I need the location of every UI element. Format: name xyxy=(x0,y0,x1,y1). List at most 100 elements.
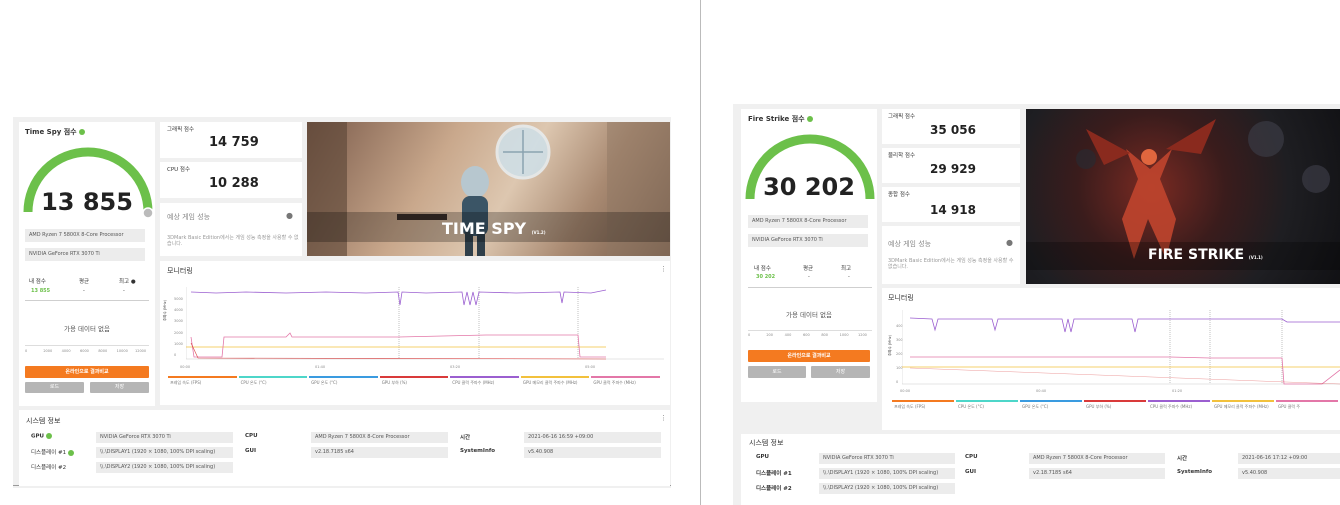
legend-label[interactable]: GPU 클럭 주파수 (MHz) xyxy=(593,380,635,386)
no-data-text: 가용 데이터 없음 xyxy=(64,325,110,333)
x-axis-tick: 03:20 xyxy=(450,365,461,369)
load-button[interactable]: 로드 xyxy=(748,366,806,378)
systeminfo-value: v5.40.908 xyxy=(1238,468,1340,479)
score-value: 13 855 xyxy=(41,188,133,216)
legend-label[interactable]: CPU 온도 (°C) xyxy=(241,380,267,386)
monitoring-title: 모니터링 xyxy=(888,294,914,302)
display2-value: \\.\DISPLAY2 (1920 × 1080, 100% DPI scal… xyxy=(96,462,233,473)
histogram-tick: 8000 xyxy=(98,349,108,353)
legend-label[interactable]: 프레임 속도 (FPS) xyxy=(170,380,201,386)
legend-label[interactable]: GPU 온도 (°C) xyxy=(311,380,337,386)
display1-value: \\.\DISPLAY1 (1920 × 1080, 100% DPI scal… xyxy=(96,447,233,458)
display1-label-text: 디스플레이 #1 xyxy=(31,450,67,456)
cpu-value: AMD Ryzen 7 5800X 8-Core Processor xyxy=(1029,453,1165,464)
check-icon xyxy=(79,129,86,135)
processor-field: AMD Ryzen 7 5800X 8-Core Processor xyxy=(748,215,868,228)
score-card: Time Spy 점수 13 855 AMD Ryzen 7 5800X 8-C… xyxy=(19,122,155,406)
monitoring-card: 모니터링 주파수 (MHz) 400 300 200 100 0 00:00 00:40 0… xyxy=(882,288,1340,430)
histogram-tick: 400 xyxy=(784,333,792,337)
x-axis-tick: 05:00 xyxy=(585,365,596,369)
best-label: 최고 ● xyxy=(119,277,136,285)
legend-label[interactable]: CPU 클럭 주파수 (MHz) xyxy=(1150,404,1192,410)
hero-title: FIRE STRIKE (V1.1) xyxy=(1148,247,1263,263)
histogram-tick: 2000 xyxy=(43,349,53,353)
legend-label[interactable]: GPU 부하 (%) xyxy=(382,380,407,386)
gui-label: GUI xyxy=(965,469,977,475)
time-value: 2021-06-16 16:59 +09:00 xyxy=(524,432,661,443)
hero-version: (V1.1) xyxy=(1248,255,1263,260)
no-data-text: 가용 데이터 없음 xyxy=(786,311,832,319)
combined-score-label: 종합 점수 xyxy=(888,192,910,198)
x-axis-tick: 00:00 xyxy=(900,389,911,393)
legend-label[interactable]: GPU 메모리 클럭 주파수 (MHz) xyxy=(523,380,578,386)
est-description: 3DMark Basic Edition에서는 게임 성능 측정을 사용할 수 … xyxy=(167,235,299,247)
save-button[interactable]: 저장 xyxy=(90,382,149,393)
legend-label[interactable]: GPU 온도 (°C) xyxy=(1022,404,1048,410)
hero-title-text: FIRE STRIKE xyxy=(1148,247,1245,263)
legend-swatch xyxy=(1020,400,1082,402)
compare-online-button[interactable]: 온라인으로 결과비교 xyxy=(25,366,149,378)
cpu-label: CPU xyxy=(245,433,258,439)
more-options-icon[interactable]: ⋮ xyxy=(660,414,667,422)
systeminfo-label: SystemInfo xyxy=(1177,469,1213,475)
load-button[interactable]: 로드 xyxy=(25,382,84,393)
gpu-label: GPU xyxy=(31,433,52,440)
score-title-text: Fire Strike 점수 xyxy=(748,115,805,123)
gui-label: GUI xyxy=(245,448,257,454)
histogram-tick: 600 xyxy=(803,333,810,337)
gpu-value: NVIDIA GeForce RTX 3070 Ti xyxy=(96,432,233,443)
legend-label[interactable]: GPU 클럭 주 xyxy=(1278,404,1300,410)
system-info-title: 시스템 정보 xyxy=(26,417,61,425)
legend-label[interactable]: 프레임 속도 (FPS) xyxy=(894,404,925,410)
my-score-label: 내 점수 xyxy=(754,266,771,272)
histogram-tick: 0 xyxy=(25,349,28,353)
systeminfo-label: SystemInfo xyxy=(460,448,496,454)
gui-value: v2.18.7185 s64 xyxy=(311,447,448,458)
y-axis-tick: 4000 xyxy=(174,308,183,313)
best-value: - xyxy=(848,274,850,280)
legend-swatch xyxy=(1148,400,1210,402)
best-label: 최고 xyxy=(841,266,852,272)
display1-value: \\.\DISPLAY1 (1920 × 1080, 100% DPI scal… xyxy=(819,468,955,479)
x-axis-tick: 00:00 xyxy=(180,365,191,369)
hero-title-text: TIME SPY xyxy=(442,219,527,238)
divider xyxy=(748,287,872,288)
chart-y-label: 주파수 (MHz) xyxy=(888,335,892,356)
est-description: 3DMark Basic Edition에서는 게임 성능 측정을 사용할 수 … xyxy=(888,258,1014,270)
hero-title: TIME SPY (V1.2) xyxy=(442,219,546,238)
legend-swatch xyxy=(238,376,308,378)
legend-label[interactable]: GPU 메모리 클럭 주파수 (MHz) xyxy=(1214,404,1269,410)
combined-score-value: 14 918 xyxy=(930,203,976,217)
systeminfo-value: v5.40.908 xyxy=(524,447,661,458)
avg-label: 평균 xyxy=(803,266,814,272)
check-icon xyxy=(67,449,74,456)
info-icon: ● xyxy=(130,279,136,285)
y-axis-tick: 2000 xyxy=(174,330,183,335)
gpu-field: NVIDIA GeForce RTX 3070 Ti xyxy=(748,234,868,247)
window-edge xyxy=(700,0,701,505)
save-button[interactable]: 저장 xyxy=(811,366,870,378)
x-axis-tick: 01:40 xyxy=(315,365,326,369)
est-title: 예상 게임 성능 xyxy=(167,213,211,221)
histogram-tick: 12000 xyxy=(135,349,147,353)
legend-label[interactable]: GPU 부하 (%) xyxy=(1086,404,1111,410)
divider xyxy=(25,300,149,301)
legend-label[interactable]: CPU 온도 (°C) xyxy=(958,404,984,410)
gpu-label-text: GPU xyxy=(31,433,45,440)
legend-swatch xyxy=(168,376,237,378)
histogram-tick: 200 xyxy=(766,333,774,337)
check-icon xyxy=(807,116,814,122)
legend-label[interactable]: CPU 클럭 주파수 (MHz) xyxy=(452,380,494,386)
processor-field: AMD Ryzen 7 5800X 8-Core Processor xyxy=(25,229,145,242)
info-icon: ● xyxy=(1006,238,1013,247)
more-options-icon[interactable]: ⋮ xyxy=(660,265,667,273)
estimated-performance-card: 예상 게임 성능 ● 3DMark Basic Edition에서는 게임 성능… xyxy=(160,203,302,256)
estimated-performance-card: 예상 게임 성능 ● 3DMark Basic Edition에서는 게임 성능… xyxy=(882,226,1020,284)
monitoring-card: 모니터링 ⋮ 주파수 (MHz) 5000 4000 3000 2000 1000 0 0… xyxy=(160,261,670,405)
x-axis-tick: 00:40 xyxy=(1036,389,1047,393)
y-axis-tick: 1000 xyxy=(174,341,183,346)
best-value: - xyxy=(123,288,125,294)
histogram-tick: 0 xyxy=(748,333,751,337)
compare-online-button[interactable]: 온라인으로 결과비교 xyxy=(748,350,870,362)
score-card: Fire Strike 점수 30 202 AMD Ryzen 7 5800X … xyxy=(741,109,877,402)
